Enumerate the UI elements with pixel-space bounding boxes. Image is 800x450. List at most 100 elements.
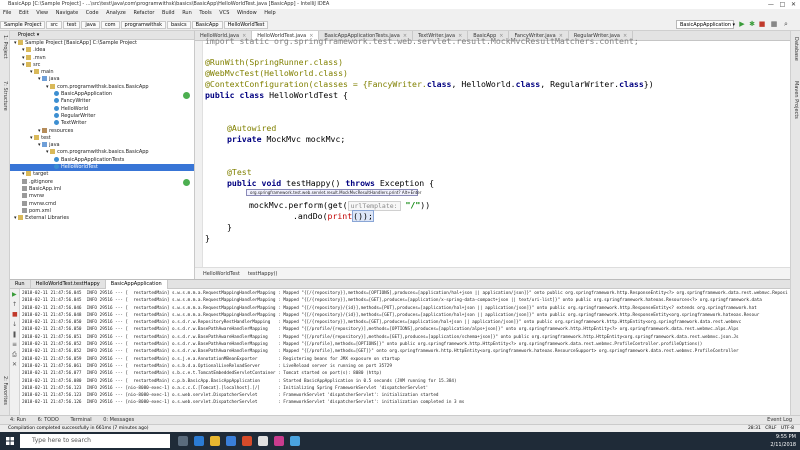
window-controls[interactable]: — □ ✕: [768, 0, 796, 9]
stop-icon[interactable]: ■: [758, 20, 766, 28]
run-test-method-icon[interactable]: [183, 179, 190, 186]
start-button[interactable]: [0, 432, 20, 450]
menu-help[interactable]: Help: [264, 10, 275, 16]
project-tool-tab[interactable]: 1: Project: [2, 35, 8, 59]
project-tree-item[interactable]: ▾ com.programwithsk.basics.BasicApp: [10, 149, 194, 156]
project-panel-title[interactable]: Project: [18, 32, 35, 38]
run-tab-active[interactable]: BasicAppApplication: [105, 280, 168, 289]
minimize-button[interactable]: —: [768, 1, 774, 8]
run-configuration-select[interactable]: BasicAppApplication ▾: [676, 20, 735, 29]
todo-tool-tab[interactable]: 6: TODO: [38, 417, 59, 423]
run-tool-tab[interactable]: 4: Run: [10, 417, 26, 423]
project-tree-item[interactable]: ▾ .idea: [10, 47, 194, 54]
system-tray[interactable]: 9:55 PM 2/11/2018: [770, 432, 796, 449]
console-output[interactable]: 2018-02-11 21:47:56.045 INFO 29516 --- […: [22, 290, 790, 416]
menu-analyze[interactable]: Analyze: [106, 10, 126, 16]
breadcrumb-item[interactable]: basics: [167, 21, 191, 29]
breadcrumb-item[interactable]: java: [81, 21, 100, 29]
project-tree-item[interactable]: BasicAppApplication: [10, 91, 194, 98]
project-tree-item[interactable]: ▾ test: [10, 134, 194, 142]
maximize-button[interactable]: □: [780, 1, 786, 8]
breadcrumb-item[interactable]: src: [46, 21, 62, 29]
project-tree-item[interactable]: mvnw.cmd: [10, 200, 194, 208]
structure-tool-tab[interactable]: 7: Structure: [2, 81, 8, 111]
project-tree-item[interactable]: .gitignore: [10, 178, 194, 186]
stop-icon[interactable]: ■: [12, 312, 18, 318]
project-tree-item[interactable]: ▾ .mvn: [10, 54, 194, 62]
favorites-tool-tab[interactable]: 2: Favorites: [2, 376, 8, 405]
file-encoding[interactable]: UTF-8: [781, 426, 794, 431]
terminal-tool-tab[interactable]: Terminal: [70, 417, 91, 423]
project-tree-item[interactable]: pom.xml: [10, 207, 194, 215]
project-tree-item[interactable]: BasicAppApplicationTests: [10, 156, 194, 164]
project-tree-item[interactable]: RegularWriter: [10, 112, 194, 120]
menu-edit[interactable]: Edit: [19, 10, 29, 16]
project-tree-item[interactable]: FancyWriter: [10, 98, 194, 105]
project-tree-item[interactable]: TextWriter: [10, 120, 194, 127]
scroll-up-icon[interactable]: ↑: [12, 302, 18, 308]
menu-refactor[interactable]: Refactor: [133, 10, 154, 16]
breadcrumb-item[interactable]: com: [100, 21, 120, 29]
breadcrumb-item[interactable]: test: [62, 21, 81, 29]
project-tree-item[interactable]: ▾ Sample Project [BasicApp] C:\Sample Pr…: [10, 40, 194, 47]
taskbar-search[interactable]: Type here to search: [20, 434, 170, 448]
line-separator[interactable]: CRLF: [765, 426, 776, 431]
project-tree-item[interactable]: HelloWorld: [10, 105, 194, 113]
office-icon[interactable]: [242, 436, 252, 446]
file-icon: [22, 178, 27, 184]
task-view-icon[interactable]: [178, 436, 188, 446]
auto-import-tooltip[interactable]: org.springframework.test.web.servlet.res…: [246, 189, 421, 196]
project-structure-icon[interactable]: ▦: [770, 20, 778, 28]
menu-vcs[interactable]: VCS: [219, 10, 229, 16]
run-icon[interactable]: ▶: [738, 20, 746, 28]
project-tree-item[interactable]: BasicApp.iml: [10, 185, 194, 193]
project-tree-item[interactable]: mvnw: [10, 193, 194, 200]
maven-tool-tab[interactable]: Maven Projects: [793, 81, 799, 119]
menu-view[interactable]: View: [36, 10, 48, 16]
editor-breadcrumb-item[interactable]: testHappy(): [248, 271, 278, 277]
editor-breadcrumb-item[interactable]: HelloWorldTest: [203, 271, 240, 277]
project-tree-item[interactable]: ▾ src: [10, 61, 194, 69]
run-tab[interactable]: HelloWorldTest.testHappy: [31, 280, 106, 289]
menu-run[interactable]: Run: [182, 10, 192, 16]
project-tree-item[interactable]: ▾ java: [10, 76, 194, 83]
menu-tools[interactable]: Tools: [199, 10, 211, 16]
project-tree-item[interactable]: HelloWorldTest: [10, 164, 194, 172]
project-tree-item[interactable]: ▾ java: [10, 142, 194, 149]
messages-tool-tab[interactable]: 0: Messages: [103, 417, 134, 423]
close-button[interactable]: ✕: [791, 1, 796, 8]
file-explorer-icon[interactable]: [210, 436, 220, 446]
project-tree-item[interactable]: ▾ com.programwithsk.basics.BasicApp: [10, 83, 194, 91]
code-editor[interactable]: import static org.springframework.test.w…: [195, 36, 790, 267]
pause-icon[interactable]: ❚: [12, 332, 18, 338]
edge-icon[interactable]: [194, 436, 204, 446]
breadcrumb-item[interactable]: programwithsk: [120, 21, 166, 29]
menu-build[interactable]: Build: [162, 10, 175, 16]
intellij-icon[interactable]: [274, 436, 284, 446]
project-tree-item[interactable]: ▾ main: [10, 69, 194, 76]
database-tool-tab[interactable]: Database: [793, 37, 799, 61]
project-tree-item[interactable]: ▾ target: [10, 171, 194, 178]
menu-window[interactable]: Window: [237, 10, 257, 16]
menu-code[interactable]: Code: [86, 10, 99, 16]
project-tree-item[interactable]: ▾ resources: [10, 127, 194, 135]
menu-navigate[interactable]: Navigate: [56, 10, 78, 16]
caret-position[interactable]: 28:31: [748, 426, 761, 431]
breadcrumb-item[interactable]: BasicApp: [191, 21, 223, 29]
app-icon[interactable]: [290, 436, 300, 446]
print-icon[interactable]: ⎙: [12, 352, 18, 358]
rerun-icon[interactable]: ▶: [12, 292, 18, 298]
breadcrumb-item[interactable]: Sample Project: [0, 21, 46, 29]
store-icon[interactable]: [226, 436, 236, 446]
scroll-down-icon[interactable]: ↓: [12, 322, 18, 328]
project-tree-item[interactable]: ▾ External Libraries: [10, 215, 194, 222]
clear-icon[interactable]: ✕: [12, 362, 18, 368]
breadcrumb-item[interactable]: HelloWorldTest: [223, 21, 269, 29]
chrome-icon[interactable]: [258, 436, 268, 446]
menu-file[interactable]: File: [3, 10, 11, 16]
soft-wrap-icon[interactable]: ≡: [12, 342, 18, 348]
debug-icon[interactable]: ✱: [748, 20, 756, 28]
code-area[interactable]: import static org.springframework.test.w…: [205, 36, 785, 267]
run-test-class-icon[interactable]: [183, 92, 190, 99]
search-icon[interactable]: ⌕: [782, 20, 790, 28]
